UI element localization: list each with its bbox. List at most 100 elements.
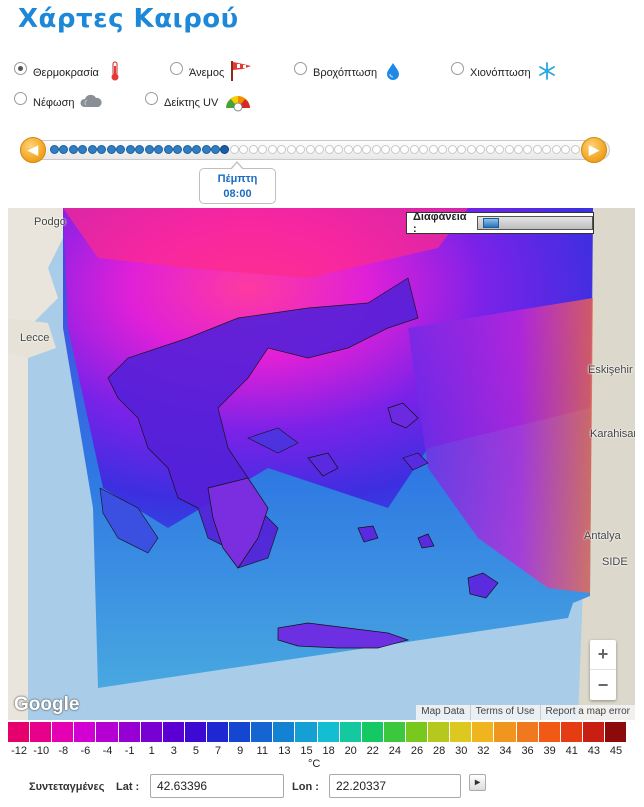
prev-arrow-icon: ◀ bbox=[28, 142, 38, 157]
layer-option-temperature[interactable]: Θερμοκρασία bbox=[14, 54, 126, 82]
time-step-dot[interactable] bbox=[504, 145, 514, 154]
legend-value: 24 bbox=[388, 745, 402, 757]
time-step-dot[interactable] bbox=[542, 145, 552, 154]
legend-swatch bbox=[30, 722, 53, 742]
layer-option-clouds[interactable]: Νέφωση bbox=[14, 84, 103, 112]
layer-option-wind[interactable]: Άνεμος bbox=[170, 54, 252, 82]
time-step-dot[interactable] bbox=[371, 145, 381, 154]
map-data-link[interactable]: Map Data bbox=[416, 705, 469, 720]
time-step-dot[interactable] bbox=[570, 145, 580, 154]
time-step-dot[interactable] bbox=[523, 145, 533, 154]
layer-selector: Θερμοκρασία Άνεμος Βροχόπτωση Χιονόπτωση… bbox=[0, 50, 644, 114]
time-step-dot[interactable] bbox=[561, 145, 571, 154]
opacity-slider[interactable] bbox=[476, 216, 593, 230]
report-map-error-link[interactable]: Report a map error bbox=[539, 705, 635, 720]
time-step-dot[interactable] bbox=[296, 145, 306, 154]
time-step-dot[interactable] bbox=[551, 145, 561, 154]
time-step-dot[interactable] bbox=[409, 145, 419, 154]
time-step-dot[interactable] bbox=[267, 145, 277, 154]
time-step-dot[interactable] bbox=[210, 145, 220, 154]
time-step-dot[interactable] bbox=[220, 145, 230, 154]
layer-option-uv[interactable]: Δείκτης UV bbox=[145, 84, 251, 112]
time-step-dot[interactable] bbox=[182, 145, 192, 154]
time-step-dot[interactable] bbox=[144, 145, 154, 154]
terms-of-use-link[interactable]: Terms of Use bbox=[469, 705, 540, 720]
time-step-dot[interactable] bbox=[50, 145, 59, 154]
legend-value: 45 bbox=[609, 745, 623, 757]
time-step-dot[interactable] bbox=[106, 145, 116, 154]
time-step-dot[interactable] bbox=[258, 145, 268, 154]
time-step-dot[interactable] bbox=[353, 145, 362, 154]
time-step-dot[interactable] bbox=[305, 145, 315, 154]
place-label: SIDE bbox=[602, 556, 628, 568]
legend-value: 13 bbox=[278, 745, 291, 757]
opacity-slider-handle[interactable] bbox=[482, 218, 499, 228]
radio-snow[interactable] bbox=[451, 61, 464, 75]
time-step-dot[interactable] bbox=[173, 145, 183, 154]
legend-swatch bbox=[494, 722, 517, 742]
radio-temperature[interactable] bbox=[14, 61, 27, 75]
time-step-dot[interactable] bbox=[135, 145, 145, 154]
next-time-button[interactable]: ▶ bbox=[581, 137, 607, 163]
layer-option-snow[interactable]: Χιονόπτωση bbox=[451, 54, 558, 82]
time-step-dot[interactable] bbox=[116, 145, 126, 154]
time-step-dot[interactable] bbox=[457, 145, 467, 154]
time-step-dot[interactable] bbox=[163, 145, 173, 154]
snowflake-icon bbox=[536, 60, 558, 82]
legend-value: 39 bbox=[543, 745, 556, 757]
radio-wind[interactable] bbox=[170, 61, 183, 75]
time-step-dot[interactable] bbox=[315, 145, 325, 154]
time-step-dot[interactable] bbox=[87, 145, 97, 154]
place-label: Lecce bbox=[20, 332, 50, 344]
time-step-dot[interactable] bbox=[438, 145, 448, 154]
time-step-dot[interactable] bbox=[97, 145, 107, 154]
time-step-dot[interactable] bbox=[68, 145, 78, 154]
legend-color-scale bbox=[8, 722, 628, 742]
legend-value: 28 bbox=[433, 745, 446, 757]
time-step-dot[interactable] bbox=[324, 145, 334, 154]
time-step-dot[interactable] bbox=[248, 145, 258, 154]
time-step-dot[interactable] bbox=[532, 145, 542, 154]
legend-value: 36 bbox=[521, 745, 534, 757]
time-step-dot[interactable] bbox=[419, 145, 429, 154]
time-step-dot[interactable] bbox=[390, 145, 400, 154]
time-step-dot[interactable] bbox=[362, 145, 372, 154]
time-step-dot[interactable] bbox=[125, 145, 135, 154]
time-step-dot[interactable] bbox=[78, 145, 88, 154]
radio-rain[interactable] bbox=[294, 61, 307, 75]
time-step-dot[interactable] bbox=[229, 145, 239, 154]
time-step-dot[interactable] bbox=[428, 145, 438, 154]
radio-uv[interactable] bbox=[145, 91, 158, 105]
go-coordinates-button[interactable]: ▸ bbox=[469, 774, 486, 791]
time-step-dot[interactable] bbox=[476, 145, 486, 154]
radio-clouds[interactable] bbox=[14, 91, 27, 105]
time-step-dot[interactable] bbox=[400, 145, 410, 154]
prev-time-button[interactable]: ◀ bbox=[20, 137, 46, 163]
time-step-dot[interactable] bbox=[334, 145, 344, 154]
time-step-dot[interactable] bbox=[495, 145, 505, 154]
lat-input[interactable] bbox=[150, 774, 284, 798]
legend-value: 32 bbox=[477, 745, 490, 757]
time-step-dot[interactable] bbox=[447, 145, 457, 154]
time-step-dot[interactable] bbox=[277, 145, 287, 154]
time-step-dot[interactable] bbox=[59, 145, 69, 154]
time-step-dot[interactable] bbox=[286, 145, 296, 154]
zoom-in-button[interactable]: + bbox=[590, 640, 616, 670]
time-step-dot[interactable] bbox=[485, 145, 495, 154]
lon-input[interactable] bbox=[329, 774, 461, 798]
layer-option-rain[interactable]: Βροχόπτωση bbox=[294, 54, 404, 82]
time-step-dot[interactable] bbox=[466, 145, 476, 154]
time-step-dot[interactable] bbox=[239, 145, 249, 154]
weather-map[interactable]: Podgo Lecce Eskişehir Karahisar Antalya … bbox=[8, 208, 635, 720]
coordinates-panel: Συντεταγμένες Lat : Lon : ▸ bbox=[0, 772, 644, 802]
time-step-dot[interactable] bbox=[192, 145, 202, 154]
time-step-dot[interactable] bbox=[381, 145, 391, 154]
time-step-dot[interactable] bbox=[201, 145, 211, 154]
time-step-dot[interactable] bbox=[513, 145, 523, 154]
legend-value: 11 bbox=[256, 745, 268, 757]
time-step-dot[interactable] bbox=[154, 145, 164, 154]
legend-value: 26 bbox=[410, 745, 424, 757]
time-step-dot[interactable] bbox=[343, 145, 353, 154]
legend-swatch bbox=[582, 722, 605, 742]
zoom-out-button[interactable]: − bbox=[590, 670, 616, 700]
